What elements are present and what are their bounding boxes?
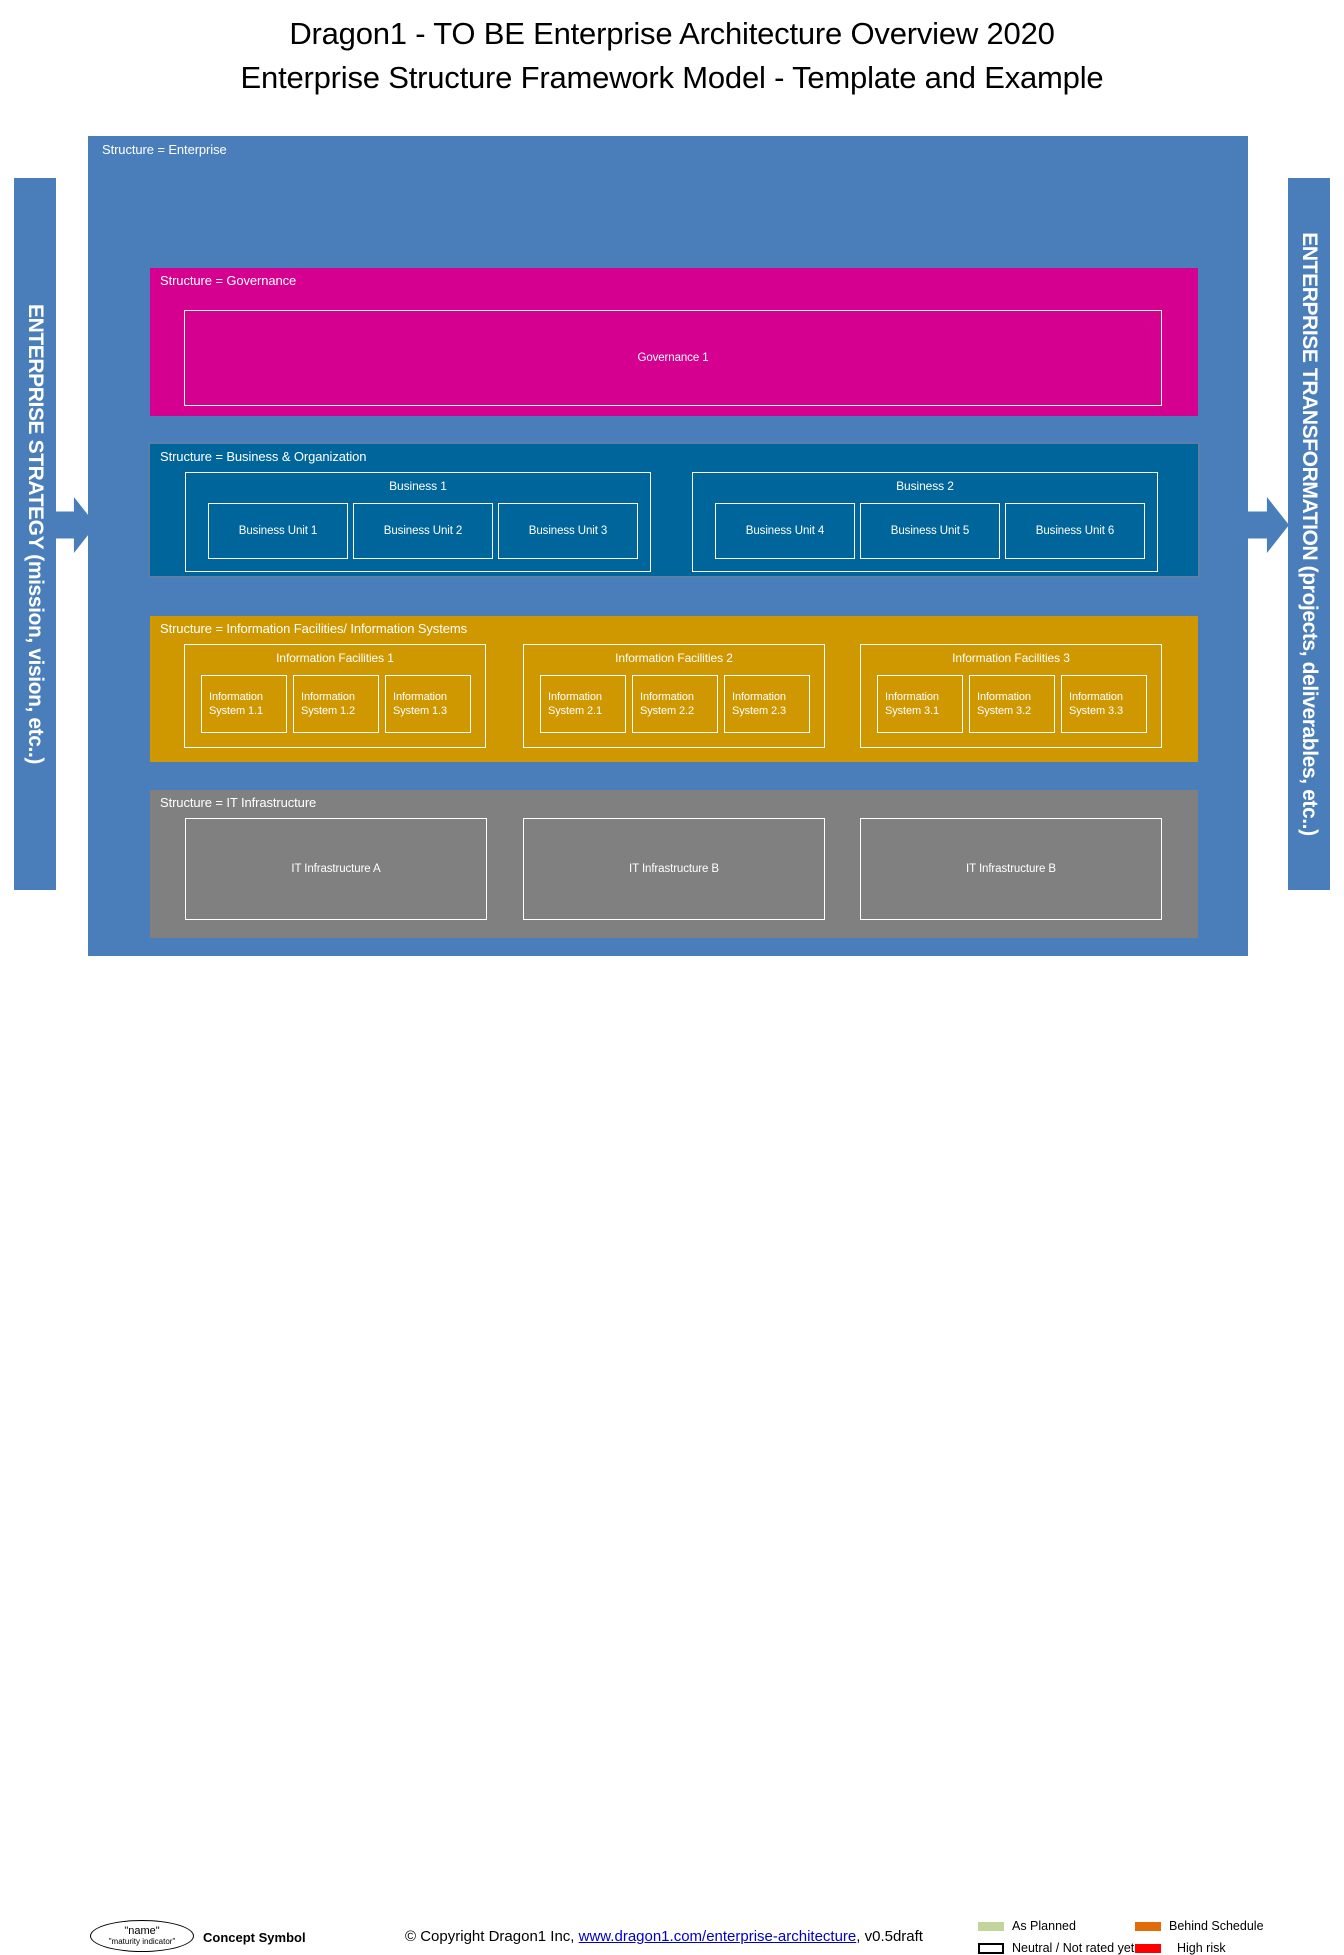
arrow-right-icon <box>1243 497 1289 553</box>
information-facilities-layer[interactable]: Structure = Information Facilities/ Info… <box>150 616 1198 762</box>
business-unit-box[interactable]: Business Unit 3 <box>498 503 638 559</box>
concept-symbol-name: "name" <box>124 1925 160 1937</box>
legend-swatch-behind-schedule <box>1135 1921 1161 1931</box>
it-infrastructure-label: IT Infrastructure B <box>629 863 719 875</box>
title-line-1: Dragon1 - TO BE Enterprise Architecture … <box>289 16 1055 51</box>
business-unit-label: Business Unit 1 <box>238 525 318 537</box>
information-system-label: Information System 1.1 <box>209 691 264 717</box>
business-unit-label: Business Unit 5 <box>890 525 970 537</box>
legend-swatch-high-risk <box>1135 1943 1161 1953</box>
information-system-box[interactable]: Information System 3.1 <box>877 675 963 733</box>
business-unit-label: Business Unit 2 <box>383 525 463 537</box>
business-organization-layer[interactable]: Structure = Business & Organization Busi… <box>148 442 1200 578</box>
business-layer-label: Structure = Business & Organization <box>160 449 367 464</box>
legend-swatch-as-planned <box>978 1921 1004 1931</box>
business-unit-box[interactable]: Business Unit 6 <box>1005 503 1145 559</box>
copyright-version: , v0.5draft <box>856 1928 923 1945</box>
it-infrastructure-box[interactable]: IT Infrastructure A <box>185 818 487 920</box>
governance-layer-label: Structure = Governance <box>160 273 297 288</box>
information-system-label: Information System 2.1 <box>548 691 603 717</box>
information-system-label: Information System 1.3 <box>393 691 448 717</box>
information-system-label: Information System 3.2 <box>977 691 1032 717</box>
it-infrastructure-layer-label: Structure = IT Infrastructure <box>160 795 317 810</box>
business-unit-box[interactable]: Business Unit 4 <box>715 503 855 559</box>
information-facilities-title: Information Facilities 3 <box>952 651 1070 665</box>
enterprise-strategy-label: ENTERPRISE STRATEGY (mission, vision, et… <box>24 303 47 765</box>
information-system-label: Information System 3.1 <box>885 691 940 717</box>
concept-symbol-maturity: "maturity indicator" <box>108 1937 176 1946</box>
information-layer-label: Structure = Information Facilities/ Info… <box>160 621 467 636</box>
legend-label: Behind Schedule <box>1169 1919 1264 1933</box>
enterprise-transformation-label: ENTERPRISE TRANSFORMATION (projects, del… <box>1298 232 1321 836</box>
information-system-label: Information System 1.2 <box>301 691 356 717</box>
information-facilities-title: Information Facilities 2 <box>615 651 733 665</box>
information-system-label: Information System 2.3 <box>732 691 787 717</box>
information-facilities-group[interactable]: Information Facilities 3 Information Sys… <box>860 644 1162 748</box>
information-system-box[interactable]: Information System 1.3 <box>385 675 471 733</box>
concept-symbol-caption: Concept Symbol <box>203 1930 306 1945</box>
business-unit-box[interactable]: Business Unit 2 <box>353 503 493 559</box>
legend-label: As Planned <box>1012 1919 1076 1933</box>
copyright-line: © Copyright Dragon1 Inc, www.dragon1.com… <box>405 1928 923 1945</box>
information-system-label: Information System 2.2 <box>640 691 695 717</box>
information-system-box[interactable]: Information System 2.2 <box>632 675 718 733</box>
concept-symbol-shape: "name" "maturity indicator" <box>90 1920 194 1952</box>
legend-item: High risk <box>1135 1941 1226 1955</box>
governance-layer[interactable]: Structure = Governance Governance 1 <box>150 268 1198 416</box>
business-group-title: Business 2 <box>896 479 954 493</box>
governance-box[interactable]: Governance 1 <box>184 310 1162 406</box>
business-group[interactable]: Business 2 Business Unit 4 Business Unit… <box>692 472 1158 572</box>
information-system-box[interactable]: Information System 2.1 <box>540 675 626 733</box>
business-unit-label: Business Unit 3 <box>528 525 608 537</box>
information-system-box[interactable]: Information System 1.1 <box>201 675 287 733</box>
legend-item: As Planned <box>978 1919 1076 1933</box>
dragon1-website-link[interactable]: www.dragon1.com/enterprise-architecture <box>579 1928 857 1945</box>
legend-item: Behind Schedule <box>1135 1919 1264 1933</box>
business-unit-label: Business Unit 6 <box>1035 525 1115 537</box>
title-line-2: Enterprise Structure Framework Model - T… <box>240 60 1104 95</box>
information-system-box[interactable]: Information System 1.2 <box>293 675 379 733</box>
page-title: Dragon1 - TO BE Enterprise Architecture … <box>0 12 1344 100</box>
business-unit-box[interactable]: Business Unit 5 <box>860 503 1000 559</box>
business-unit-label: Business Unit 4 <box>745 525 825 537</box>
it-infrastructure-box[interactable]: IT Infrastructure B <box>523 818 825 920</box>
business-unit-box[interactable]: Business Unit 1 <box>208 503 348 559</box>
legend-label: Neutral / Not rated yet <box>1012 1941 1135 1955</box>
information-facilities-title: Information Facilities 1 <box>276 651 394 665</box>
governance-box-label: Governance 1 <box>637 352 709 364</box>
legend-swatch-neutral <box>978 1942 1004 1954</box>
enterprise-strategy-bar: ENTERPRISE STRATEGY (mission, vision, et… <box>14 178 56 890</box>
legend-label: High risk <box>1177 1941 1226 1955</box>
information-system-label: Information System 3.3 <box>1069 691 1124 717</box>
enterprise-transformation-bar: ENTERPRISE TRANSFORMATION (projects, del… <box>1288 178 1330 890</box>
enterprise-structure-label: Structure = Enterprise <box>102 142 227 157</box>
footer: "name" "maturity indicator" Concept Symb… <box>0 956 1344 1955</box>
business-group[interactable]: Business 1 Business Unit 1 Business Unit… <box>185 472 651 572</box>
information-system-box[interactable]: Information System 2.3 <box>724 675 810 733</box>
it-infrastructure-label: IT Infrastructure B <box>966 863 1056 875</box>
information-system-box[interactable]: Information System 3.2 <box>969 675 1055 733</box>
it-infrastructure-box[interactable]: IT Infrastructure B <box>860 818 1162 920</box>
copyright-prefix: © Copyright Dragon1 Inc, <box>405 1928 579 1945</box>
enterprise-structure-container: Structure = Enterprise Structure = Gover… <box>88 136 1248 956</box>
it-infrastructure-label: IT Infrastructure A <box>291 863 381 875</box>
information-facilities-group[interactable]: Information Facilities 1 Information Sys… <box>184 644 486 748</box>
it-infrastructure-layer[interactable]: Structure = IT Infrastructure IT Infrast… <box>150 790 1198 938</box>
business-group-title: Business 1 <box>389 479 447 493</box>
information-facilities-group[interactable]: Information Facilities 2 Information Sys… <box>523 644 825 748</box>
legend-item: Neutral / Not rated yet <box>978 1941 1134 1955</box>
information-system-box[interactable]: Information System 3.3 <box>1061 675 1147 733</box>
